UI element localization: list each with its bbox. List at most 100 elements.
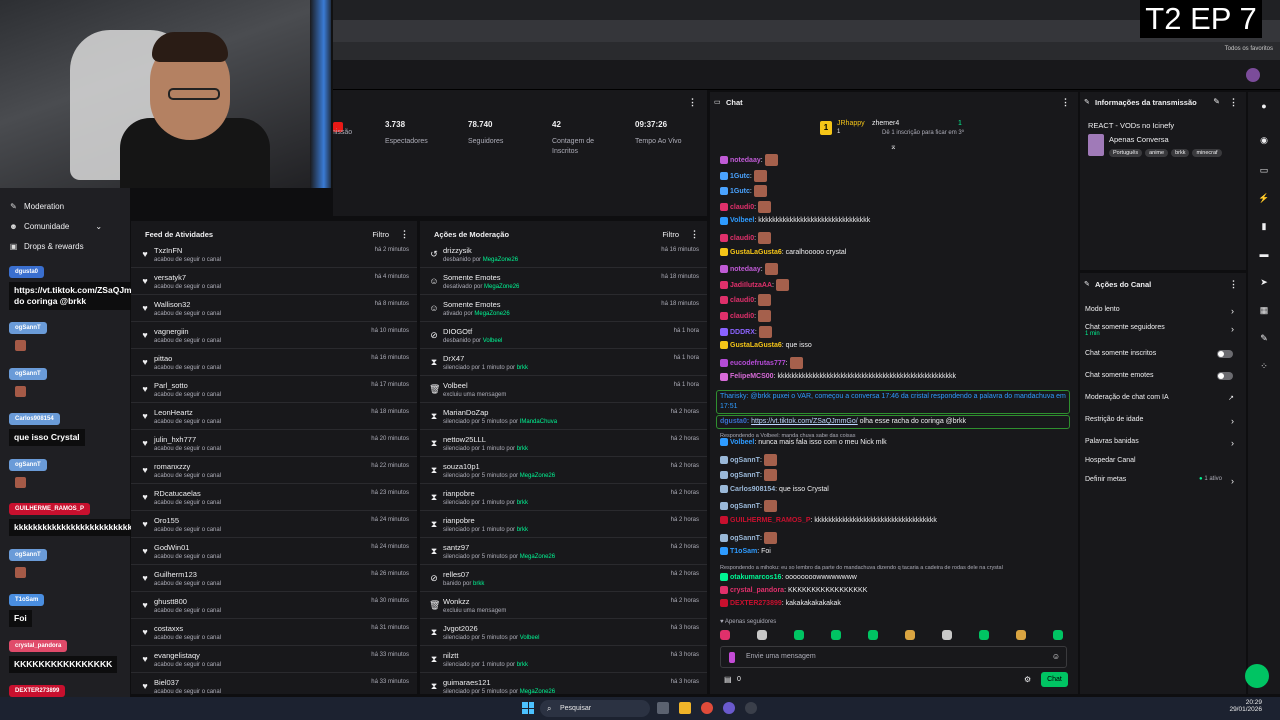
activity-row[interactable]: ♥ vagnergiin acabou de seguir o canal há 10… bbox=[131, 322, 417, 349]
sidebar-item-comunidade[interactable]: ☻ Comunidade ⌄ bbox=[9, 222, 102, 231]
mod-action-row[interactable]: ⧗ souza10p1 silenciado por 5 minutos por M… bbox=[420, 457, 707, 484]
kebab-icon[interactable]: ⋮ bbox=[1229, 97, 1238, 108]
lightning-icon[interactable]: ⚡ bbox=[1258, 192, 1270, 204]
chat-message[interactable]: GUILHERME_RAMOS_P: kkkkkkkkkkkkkkkkkkkkk… bbox=[720, 516, 937, 526]
mod-action-row[interactable]: ☺ Somente Emotes ativado por MegaZone26 há … bbox=[420, 295, 707, 322]
activity-row[interactable]: ♥ Oro155 acabou de seguir o canal há 24 min… bbox=[131, 511, 417, 538]
chat-message[interactable]: 1Gutc: bbox=[720, 185, 767, 198]
mod-action-row[interactable]: ⧗ nilztt silenciado por 1 minuto por brkk h… bbox=[420, 646, 707, 673]
age-restriction-item[interactable]: Restrição de idade › bbox=[1085, 416, 1238, 426]
kebab-icon[interactable]: ⋮ bbox=[688, 97, 697, 108]
top-gifter-name[interactable]: zhemer4 bbox=[872, 120, 899, 127]
chat-message[interactable]: claudi0: bbox=[720, 200, 772, 213]
clock[interactable]: 20:29 29/01/2026 bbox=[1228, 699, 1262, 713]
tag[interactable]: anime bbox=[1145, 149, 1169, 157]
quick-emote-icon[interactable] bbox=[757, 630, 767, 640]
quick-emote-icon[interactable] bbox=[1053, 630, 1063, 640]
edit-icon[interactable]: ✎ bbox=[1213, 97, 1220, 106]
subs-only-toggle[interactable] bbox=[1217, 350, 1233, 358]
activity-row[interactable]: ♥ LeonHeartz acabou de seguir o canal há 18… bbox=[131, 403, 417, 430]
quick-emote-icon[interactable] bbox=[794, 630, 804, 640]
mod-action-row[interactable]: 🗑 Wonkzz excluiu uma mensagem há 2 horas bbox=[420, 592, 707, 619]
host-channel-item[interactable]: Hospedar Canal bbox=[1085, 457, 1238, 464]
chat-message[interactable]: ogSannT: bbox=[720, 531, 777, 544]
mod-action-row[interactable]: 🗑 Volbeel excluiu uma mensagem há 1 hora bbox=[420, 376, 707, 403]
filter-button[interactable]: Filtro bbox=[662, 230, 679, 239]
chat-message[interactable]: ogSannT: bbox=[720, 469, 777, 482]
windows-start-icon[interactable] bbox=[522, 702, 534, 714]
address-bar[interactable] bbox=[333, 20, 1280, 42]
chat-message[interactable]: GustaLaGusta6: caralhooooo crystal bbox=[720, 247, 846, 258]
ai-moderation-item[interactable]: Moderação de chat com IA ↗ bbox=[1085, 394, 1238, 402]
set-goals-item[interactable]: Definir metas ● 1 ativo › bbox=[1085, 476, 1238, 486]
highlighted-message[interactable]: dgusta0: https://vt.tiktok.com/ZSaQJmmGo… bbox=[716, 415, 1070, 429]
layout-icon[interactable]: ▦ bbox=[1258, 304, 1270, 316]
collapse-icon[interactable]: ⌅ bbox=[890, 142, 897, 151]
mod-action-row[interactable]: ⊘ relles07 banido por brkk há 2 horas bbox=[420, 565, 707, 592]
info-icon[interactable]: ● bbox=[1258, 100, 1270, 112]
tag[interactable]: minecraf bbox=[1192, 149, 1222, 157]
filter-button[interactable]: Filtro bbox=[372, 230, 389, 239]
mod-action-row[interactable]: ⧗ nettow25LLL silenciado por 1 minuto por … bbox=[420, 430, 707, 457]
chat-icon[interactable]: ▬ bbox=[1258, 248, 1270, 260]
top-gifter-name[interactable]: JRhappy bbox=[837, 120, 865, 127]
mod-action-row[interactable]: ⧗ MarianDoZap silenciado por 5 minutos por… bbox=[420, 403, 707, 430]
kebab-icon[interactable]: ⋮ bbox=[400, 229, 409, 240]
mic-icon[interactable] bbox=[729, 652, 735, 663]
clipboard-icon[interactable]: ▮ bbox=[1258, 220, 1270, 232]
mod-action-row[interactable]: ↺ drizzysik desbanido por MegaZone26 há 16 … bbox=[420, 241, 707, 268]
chat-message[interactable]: DEXTER273899: kakakakakakakak bbox=[720, 598, 841, 609]
activity-row[interactable]: ♥ ghustt800 acabou de seguir o canal há 30 … bbox=[131, 592, 417, 619]
file-explorer-icon[interactable] bbox=[679, 702, 691, 714]
tag[interactable]: Português bbox=[1109, 149, 1143, 157]
activity-row[interactable]: ♥ Biel037 acabou de seguir o canal há 33 mi… bbox=[131, 673, 417, 700]
mod-action-row[interactable]: ⧗ rianpobre silenciado por 1 minuto por br… bbox=[420, 511, 707, 538]
quick-emote-icon[interactable] bbox=[831, 630, 841, 640]
task-view-icon[interactable] bbox=[657, 702, 669, 714]
kebab-icon[interactable]: ⋮ bbox=[690, 229, 699, 240]
category-name[interactable]: Apenas Conversa bbox=[1109, 135, 1169, 144]
chat-message[interactable]: Volbeel: kkkkkkkkkkkkkkkkkkkkkkkkkkkkkkk… bbox=[720, 216, 870, 226]
quick-emote-icon[interactable] bbox=[905, 630, 915, 640]
chat-message[interactable]: ogSannT: bbox=[720, 500, 777, 513]
quick-emote-icon[interactable] bbox=[979, 630, 989, 640]
followers-only-item[interactable]: Chat somente seguidores 1 min › bbox=[1085, 324, 1238, 337]
kebab-icon[interactable]: ⋮ bbox=[1061, 97, 1070, 108]
subs-only-item[interactable]: Chat somente inscritos bbox=[1085, 350, 1238, 358]
chat-message[interactable]: notedaay: bbox=[720, 263, 778, 276]
quick-emote-icon[interactable] bbox=[942, 630, 952, 640]
chat-message[interactable]: notedaay: bbox=[720, 154, 778, 166]
browser-tabs[interactable] bbox=[333, 0, 1280, 20]
chat-message[interactable]: 1Gutc: bbox=[720, 169, 767, 182]
chat-input[interactable]: Envie uma mensagem ☺ bbox=[720, 646, 1067, 668]
chat-message[interactable]: GustaLaGusta6: que isso bbox=[720, 341, 812, 351]
activity-row[interactable]: ♥ evangelistaqy acabou de seguir o canal há… bbox=[131, 646, 417, 673]
activity-row[interactable]: ♥ GodWin01 acabou de seguir o canal há 24 m… bbox=[131, 538, 417, 565]
dashboard-icon[interactable]: ▭ bbox=[1258, 164, 1270, 176]
chat-message[interactable]: claudi0: bbox=[720, 294, 772, 307]
emotes-only-item[interactable]: Chat somente emotes bbox=[1085, 372, 1238, 380]
mod-action-row[interactable]: ⊘ DIOGOtf desbanido por Volbeel há 1 hora bbox=[420, 322, 707, 349]
chat-message[interactable]: eucodefrutas777: bbox=[720, 356, 803, 369]
activity-row[interactable]: ♥ TxzInFN acabou de seguir o canal há 2 min… bbox=[131, 241, 417, 268]
chrome-icon[interactable] bbox=[701, 702, 713, 714]
camera-icon[interactable]: ◉ bbox=[1258, 134, 1270, 146]
user-avatar[interactable] bbox=[1246, 68, 1260, 82]
settings-icon[interactable]: ⚙ bbox=[1024, 675, 1031, 684]
mod-action-row[interactable]: ⧗ santz97 silenciado por 5 minutos por Meg… bbox=[420, 538, 707, 565]
wrench-icon[interactable]: ✎ bbox=[1258, 332, 1270, 344]
activity-row[interactable]: ♥ costaxxs acabou de seguir o canal há 31 m… bbox=[131, 619, 417, 646]
quick-emote-icon[interactable] bbox=[1016, 630, 1026, 640]
mod-action-row[interactable]: ☺ Somente Emotes desativado por MegaZone26… bbox=[420, 268, 707, 295]
chat-message[interactable]: Volbeel: nunca mais fala isso com o meu … bbox=[720, 438, 887, 448]
mod-action-row[interactable]: ⧗ rianpobre silenciado por 1 minuto por br… bbox=[420, 484, 707, 511]
obs-icon[interactable] bbox=[745, 702, 757, 714]
chat-message[interactable]: otakumarcos16: oooooooowwwwwwww bbox=[720, 572, 857, 583]
chat-message[interactable]: FelipeMCS00: kkkkkkkkkkkkkkkkkkkkkkkkkkk… bbox=[720, 372, 956, 382]
slow-mode-item[interactable]: Modo lento › bbox=[1085, 306, 1238, 316]
sidebar-item-drops[interactable]: ▣ Drops & rewards bbox=[9, 242, 84, 251]
chat-message[interactable]: ogSannT: bbox=[720, 453, 777, 466]
activity-row[interactable]: ♥ versatyk7 acabou de seguir o canal há 4 m… bbox=[131, 268, 417, 295]
quick-emote-icon[interactable] bbox=[720, 630, 730, 640]
kebab-icon[interactable]: ⋮ bbox=[1229, 279, 1238, 290]
